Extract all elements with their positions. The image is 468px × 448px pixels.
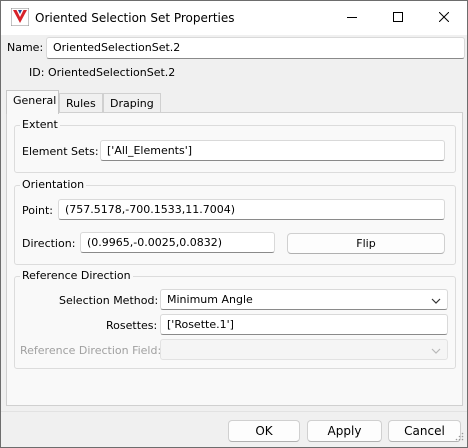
- point-field[interactable]: (757.5178,-700.1533,11.7004): [58, 199, 445, 220]
- orientation-group-title: Orientation: [20, 178, 87, 191]
- footer-separator: [1, 411, 467, 412]
- maximize-button[interactable]: [375, 1, 421, 35]
- selection-method-value: Minimum Angle: [167, 293, 253, 306]
- extent-group-title: Extent: [20, 118, 60, 131]
- reference-direction-field-label: Reference Direction Field:: [20, 344, 162, 357]
- tab-general[interactable]: General: [6, 90, 59, 114]
- minimize-button[interactable]: [329, 1, 375, 35]
- tab-rules[interactable]: Rules: [59, 93, 103, 113]
- direction-label: Direction:: [22, 237, 76, 250]
- reference-direction-field-dropdown[interactable]: [160, 339, 448, 360]
- chevron-down-icon: [431, 345, 441, 358]
- selection-method-label: Selection Method:: [59, 294, 159, 307]
- resize-grip-icon[interactable]: [455, 431, 464, 444]
- close-icon: [438, 11, 450, 25]
- general-tab-panel: Extent Element Sets: ['All_Elements'] Or…: [6, 112, 463, 406]
- tab-draping[interactable]: Draping: [103, 93, 161, 113]
- window-title: Oriented Selection Set Properties: [35, 11, 235, 25]
- title-bar[interactable]: Oriented Selection Set Properties: [1, 1, 467, 35]
- rosettes-label: Rosettes:: [106, 319, 158, 332]
- reference-direction-group-title: Reference Direction: [20, 269, 133, 282]
- ok-button[interactable]: OK: [228, 420, 300, 442]
- minimize-icon: [347, 12, 357, 25]
- element-sets-label: Element Sets:: [22, 145, 99, 158]
- id-value: OrientedSelectionSet.2: [48, 66, 176, 79]
- apply-button[interactable]: Apply: [307, 420, 382, 442]
- rosettes-field[interactable]: ['Rosette.1']: [160, 314, 448, 335]
- chevron-down-icon: [431, 295, 441, 308]
- dialog-window: Oriented Selection Set Properties Name: …: [0, 0, 468, 448]
- app-logo-icon: [10, 7, 30, 27]
- id-label: ID:: [29, 66, 45, 79]
- direction-field[interactable]: (0.9965,-0.0025,0.0832): [80, 232, 275, 253]
- point-label: Point:: [22, 204, 54, 217]
- name-label: Name:: [7, 41, 44, 54]
- element-sets-field[interactable]: ['All_Elements']: [100, 140, 445, 161]
- flip-button[interactable]: Flip: [287, 233, 445, 254]
- name-input[interactable]: OrientedSelectionSet.2: [46, 37, 465, 59]
- maximize-icon: [393, 11, 403, 25]
- selection-method-dropdown[interactable]: Minimum Angle: [160, 289, 448, 310]
- cancel-button[interactable]: Cancel: [388, 420, 461, 442]
- close-button[interactable]: [421, 1, 467, 35]
